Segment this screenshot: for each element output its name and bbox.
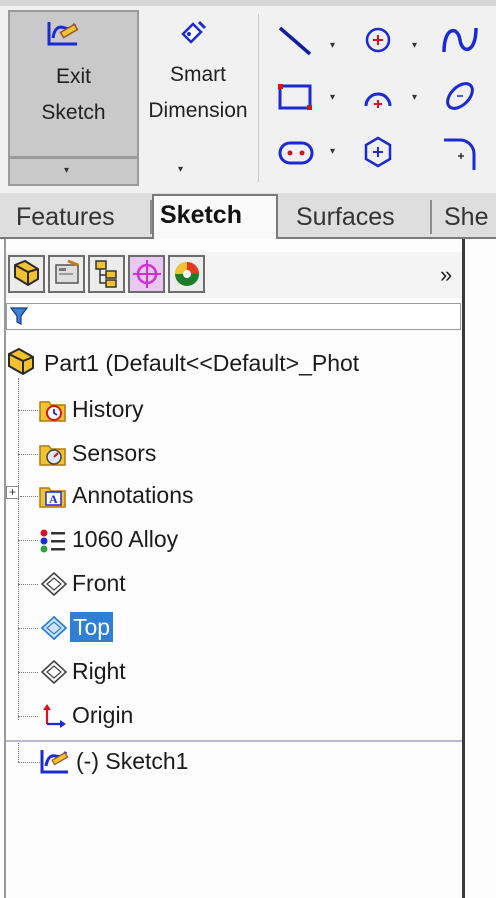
tree-item-label: Sensors [72, 440, 157, 466]
tree-item-material[interactable]: 1060 Alloy [38, 524, 458, 558]
exit-label-line1: Exit [55, 65, 91, 88]
exit-sketch-icon [47, 22, 79, 46]
more-tabs-chevron[interactable]: » [440, 262, 452, 288]
chevron-down-icon: ▾ [64, 165, 70, 176]
display-manager-tab[interactable] [168, 255, 205, 293]
chevron-down-icon[interactable]: ▾ [330, 92, 335, 103]
tree-connector [18, 740, 19, 762]
filter-icon [10, 307, 28, 325]
feature-tree-icon [14, 259, 39, 287]
configuration-manager-icon [95, 260, 117, 288]
slot-tool-icon[interactable] [276, 138, 316, 168]
rectangle-tool-icon[interactable] [276, 82, 316, 112]
tree-item-sensors[interactable]: Sensors [38, 438, 458, 472]
chevron-down-icon[interactable]: ▾ [330, 146, 335, 157]
dimxpert-manager-tab[interactable] [128, 255, 165, 293]
dimxpert-icon [133, 260, 161, 288]
tab-sketch[interactable]: Sketch [152, 194, 278, 240]
tree-item-label: 1060 Alloy [72, 526, 179, 552]
smart-dimension-icon [181, 20, 207, 44]
material-icon [40, 529, 65, 553]
tree-item-label: History [72, 396, 144, 422]
svg-text:A: A [49, 492, 58, 506]
tree-item-label: Front [72, 570, 126, 596]
tab-sheet-metal[interactable]: She [438, 198, 494, 238]
chevron-down-icon[interactable]: ▾ [330, 40, 335, 51]
plane-icon [40, 659, 68, 685]
ribbon-separator [258, 14, 259, 182]
tree-connector [18, 716, 38, 717]
panel-left-border [4, 239, 6, 898]
tree-item-sketch1[interactable]: (-) Sketch1 [38, 744, 458, 780]
sensors-icon [39, 445, 66, 466]
sketch-fillet-tool-icon[interactable] [440, 134, 480, 174]
tree-connector [18, 584, 38, 585]
tab-surfaces[interactable]: Surfaces [290, 198, 401, 238]
smart-dimension-button[interactable]: Smart Dimension ▾ [142, 10, 254, 186]
tree-item-front-plane[interactable]: Front [38, 568, 458, 602]
chevron-down-icon[interactable]: ▾ [412, 92, 417, 103]
origin-icon [43, 704, 66, 728]
arc-tool-icon[interactable] [360, 80, 396, 112]
polygon-tool-icon[interactable] [360, 134, 396, 170]
tree-connector [18, 762, 40, 763]
smart-label-line1: Smart [169, 63, 226, 86]
tree-item-origin[interactable]: Origin [38, 700, 458, 734]
tree-filter-bar[interactable] [6, 303, 461, 330]
tree-connector [20, 496, 38, 497]
plane-icon [40, 615, 68, 641]
exit-sketch-button[interactable]: Exit Sketch [8, 10, 139, 158]
part-root-label[interactable]: Part1 (Default<<Default>_Phot [44, 348, 359, 378]
tree-item-label: Origin [72, 702, 134, 728]
feature-manager-tab[interactable] [8, 255, 45, 293]
tree-item-history[interactable]: History [38, 394, 458, 428]
tree-connector [18, 378, 19, 720]
tree-connector [18, 410, 38, 411]
property-manager-tab[interactable] [48, 255, 85, 293]
line-tool-icon[interactable] [276, 24, 316, 60]
tree-item-label: Right [72, 658, 126, 684]
tree-item-right-plane[interactable]: Right [38, 656, 458, 690]
chevron-down-icon: ▾ [178, 164, 184, 175]
spline-tool-icon[interactable] [440, 22, 480, 58]
display-manager-icon [175, 262, 199, 286]
part-icon [8, 347, 34, 376]
ellipse-tool-icon[interactable] [440, 78, 480, 114]
smart-label-line2: Dimension [148, 99, 248, 122]
chevron-down-icon[interactable]: ▾ [412, 40, 417, 51]
tree-item-label: Annotations [72, 482, 194, 508]
tree-connector [18, 540, 38, 541]
sketch-icon [40, 750, 69, 774]
property-manager-icon [55, 259, 79, 284]
exit-sketch-dropdown[interactable]: ▾ [8, 158, 139, 186]
tree-connector [18, 672, 38, 673]
expand-annotations-toggle[interactable]: + [6, 486, 19, 499]
plane-icon [40, 571, 68, 597]
tree-connector [18, 454, 38, 455]
exit-label-line2: Sketch [41, 101, 106, 124]
panel-right-border[interactable] [462, 239, 465, 898]
tree-connector [18, 628, 38, 629]
configuration-manager-tab[interactable] [88, 255, 125, 293]
tab-divider [430, 200, 432, 234]
tab-features[interactable]: Features [10, 198, 121, 238]
annotations-icon: A [39, 487, 66, 508]
tree-item-label-selected: Top [70, 612, 114, 642]
ribbon-top-border [0, 0, 496, 6]
rollback-bar[interactable] [6, 740, 462, 742]
tree-item-label: (-) Sketch1 [76, 748, 189, 774]
circle-tool-icon[interactable] [360, 22, 396, 58]
tree-item-annotations[interactable]: A Annotations [38, 480, 458, 514]
tree-item-top-plane[interactable]: Top [38, 612, 458, 646]
history-icon [39, 401, 66, 422]
